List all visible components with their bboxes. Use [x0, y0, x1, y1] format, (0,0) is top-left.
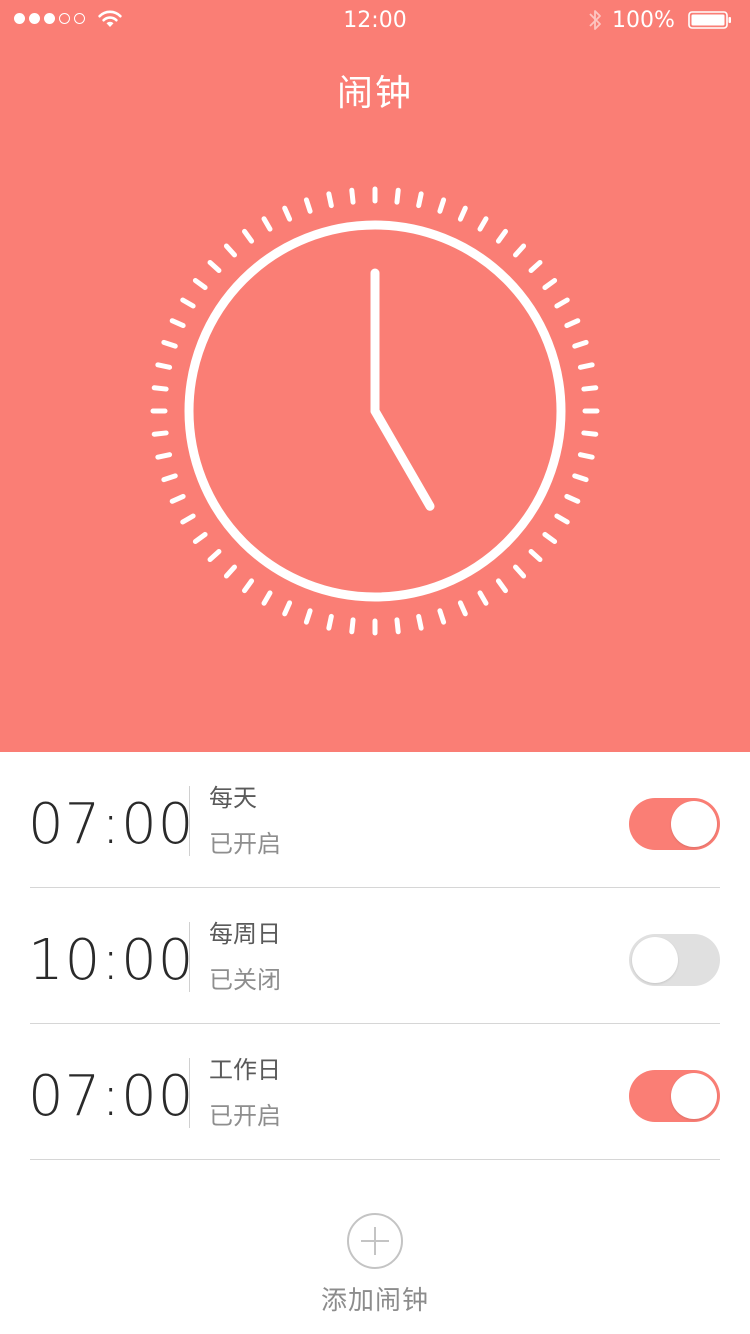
clock-tick — [416, 191, 424, 209]
clock-tick — [242, 578, 255, 594]
alarm-time: 07:00 — [28, 792, 195, 857]
alarm-row[interactable]: 10:00 每周日 已关闭 — [0, 888, 750, 1024]
alarm-status: 已开启 — [209, 830, 281, 858]
alarm-repeat: 每天 — [209, 784, 257, 812]
analog-clock — [150, 186, 600, 636]
clock-tick — [572, 473, 589, 483]
alarm-row[interactable]: 07:00 每天 已开启 — [0, 752, 750, 888]
clock-tick — [161, 473, 178, 483]
clock-tick — [207, 259, 222, 273]
clock-tick — [554, 297, 570, 309]
alarm-toggle[interactable] — [629, 798, 720, 850]
clock-tick — [169, 493, 186, 504]
clock-tick — [457, 600, 468, 617]
alarm-divider — [189, 786, 190, 856]
clock-tick — [151, 385, 169, 392]
clock-tick — [180, 297, 196, 309]
alarm-status: 已开启 — [209, 1102, 281, 1130]
clock-tick — [349, 187, 356, 205]
add-alarm-label: 添加闹钟 — [320, 1286, 429, 1316]
clock-tick — [577, 362, 595, 370]
clock-tick — [528, 259, 543, 273]
clock-tick — [572, 339, 589, 349]
alarm-divider — [189, 922, 190, 992]
alarm-screen: 12:00 100% 闹钟 07:00 每天 已开启 10:00 每周日 已关闭… — [0, 0, 750, 1334]
page-title: 闹钟 — [336, 73, 413, 114]
alarm-status: 已关闭 — [209, 966, 281, 994]
clock-tick — [169, 318, 186, 329]
bluetooth-icon — [589, 10, 601, 30]
row-divider — [30, 1159, 720, 1160]
clock-tick — [394, 187, 401, 205]
clock-tick — [554, 513, 570, 525]
alarm-time: 07:00 — [28, 1064, 195, 1129]
clock-tick — [513, 243, 527, 258]
alarm-divider — [189, 1058, 190, 1128]
clock-tick — [457, 205, 468, 222]
clock-tick — [161, 339, 178, 349]
clock-tick — [192, 278, 208, 291]
plus-circle-icon — [347, 1213, 403, 1269]
clock-tick — [581, 385, 599, 392]
clock-tick — [180, 513, 196, 525]
clock-tick — [223, 564, 237, 579]
toggle-knob — [632, 937, 678, 983]
clock-tick — [242, 228, 255, 244]
clock-tick — [581, 430, 599, 437]
clock-tick — [326, 613, 334, 631]
toggle-knob — [671, 1073, 717, 1119]
clock-tick — [282, 600, 293, 617]
clock-tick — [282, 205, 293, 222]
clock-tick — [303, 608, 313, 625]
clock-tick — [564, 493, 581, 504]
clock-tick — [477, 590, 489, 606]
clock-tick — [437, 197, 447, 214]
clock-tick — [207, 549, 222, 563]
clock-tick — [437, 608, 447, 625]
clock-tick — [223, 243, 237, 258]
clock-tick — [542, 278, 558, 291]
clock-tick — [155, 362, 173, 370]
clock-tick — [577, 452, 595, 460]
clock-tick — [151, 430, 169, 437]
alarm-row[interactable]: 07:00 工作日 已开启 — [0, 1024, 750, 1160]
clock-hour-hand — [370, 406, 435, 511]
clock-tick — [303, 197, 313, 214]
clock-tick — [495, 228, 508, 244]
battery-percent: 100% — [612, 8, 675, 33]
clock-tick — [513, 564, 527, 579]
alarm-toggle[interactable] — [629, 934, 720, 986]
clock-tick — [155, 452, 173, 460]
clock-tick — [261, 590, 273, 606]
alarm-repeat: 每周日 — [209, 920, 281, 948]
alarm-list: 07:00 每天 已开启 10:00 每周日 已关闭 07:00 工作日 已开启 — [0, 752, 750, 1160]
clock-tick — [192, 531, 208, 544]
alarm-time: 10:00 — [28, 928, 195, 993]
clock-tick — [528, 549, 543, 563]
toggle-knob — [671, 801, 717, 847]
battery-icon — [688, 11, 731, 29]
clock-tick — [326, 191, 334, 209]
clock-tick — [477, 216, 489, 232]
clock-tick — [261, 216, 273, 232]
clock-tick — [349, 617, 356, 635]
status-bar: 12:00 100% — [0, 0, 750, 40]
clock-header: 12:00 100% 闹钟 — [0, 0, 750, 752]
clock-tick — [416, 613, 424, 631]
alarm-toggle[interactable] — [629, 1070, 720, 1122]
clock-tick — [394, 617, 401, 635]
clock-tick — [542, 531, 558, 544]
alarm-repeat: 工作日 — [209, 1056, 281, 1084]
clock-tick — [495, 578, 508, 594]
add-alarm-button[interactable]: 添加闹钟 — [275, 1210, 475, 1320]
clock-tick — [564, 318, 581, 329]
